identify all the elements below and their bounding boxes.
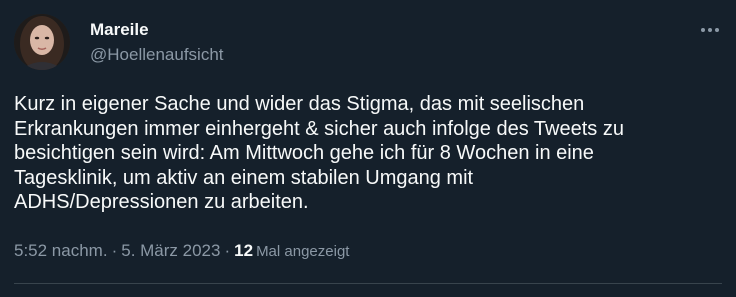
tweet-meta: 5:52 nachm. · 5. März 2023 · 12 Mal angezeigt	[14, 240, 349, 263]
tweet-card: Mareile @Hoellenaufsicht Kurz in eigener…	[0, 0, 736, 297]
meta-separator: ·	[111, 241, 118, 260]
author-display-name[interactable]: Mareile	[90, 20, 149, 40]
tweet-text: Kurz in eigener Sache und wider das Stig…	[14, 93, 624, 213]
views-label: Mal angezeigt	[256, 243, 350, 260]
author-handle[interactable]: @Hoellenaufsicht	[90, 45, 224, 65]
tweet-date[interactable]: 5. März 2023	[121, 241, 220, 260]
meta-separator: ·	[224, 241, 231, 260]
more-horizontal-icon	[701, 28, 719, 32]
divider	[14, 283, 722, 284]
avatar-photo	[14, 14, 70, 70]
more-options-button[interactable]	[698, 18, 722, 42]
tweet-time[interactable]: 5:52 nachm.	[14, 241, 108, 260]
views-count[interactable]: 12	[234, 241, 253, 260]
avatar[interactable]	[14, 14, 70, 70]
